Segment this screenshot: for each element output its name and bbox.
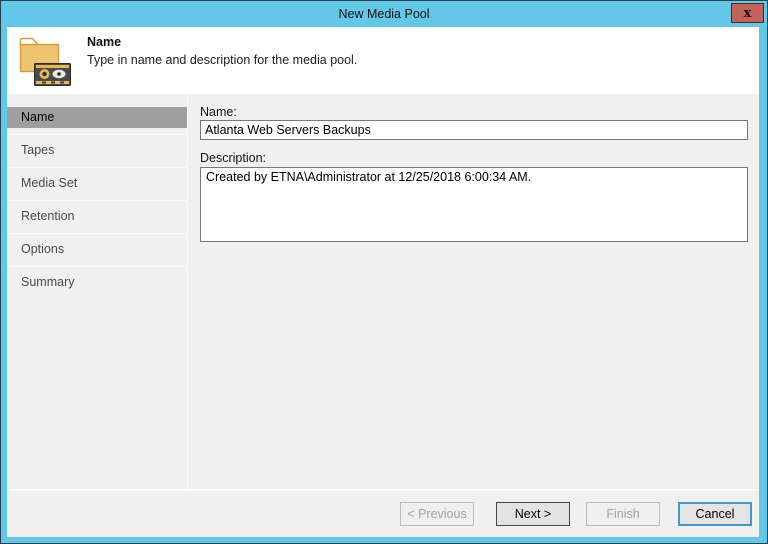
media-pool-description-textarea[interactable]: Created by ETNA\Administrator at 12/25/2… <box>200 167 748 242</box>
sidebar-item-name[interactable]: Name <box>7 107 187 128</box>
new-media-pool-dialog: New Media Pool x Na <box>0 0 768 544</box>
wizard-body: Name Tapes Media Set Retention Options S… <box>7 94 759 489</box>
wizard-footer: < Previous Next > Finish Cancel <box>7 489 759 537</box>
dialog-client-area: Name Type in name and description for th… <box>7 27 759 537</box>
sidebar-item-retention[interactable]: Retention <box>7 206 187 227</box>
previous-button[interactable]: < Previous <box>400 502 474 526</box>
wizard-steps-sidebar: Name Tapes Media Set Retention Options S… <box>7 94 188 489</box>
titlebar: New Media Pool <box>1 1 767 27</box>
media-pool-folder-icon <box>18 33 72 87</box>
sidebar-item-media-set[interactable]: Media Set <box>7 173 187 194</box>
description-field-label: Description: <box>200 151 266 165</box>
finish-button[interactable]: Finish <box>586 502 660 526</box>
media-pool-name-input[interactable] <box>200 120 748 140</box>
name-step-pane: Name: Description: Created by ETNA\Admin… <box>188 94 759 489</box>
cancel-button[interactable]: Cancel <box>678 502 752 526</box>
name-field-label: Name: <box>200 105 237 119</box>
window-title: New Media Pool <box>338 7 429 21</box>
sidebar-item-summary[interactable]: Summary <box>7 272 187 293</box>
close-icon[interactable]: x <box>731 3 764 23</box>
step-subtitle: Type in name and description for the med… <box>87 53 357 67</box>
step-title: Name <box>87 35 121 49</box>
next-button[interactable]: Next > <box>496 502 570 526</box>
sidebar-item-tapes[interactable]: Tapes <box>7 140 187 161</box>
wizard-header: Name Type in name and description for th… <box>7 27 759 94</box>
sidebar-item-options[interactable]: Options <box>7 239 187 260</box>
